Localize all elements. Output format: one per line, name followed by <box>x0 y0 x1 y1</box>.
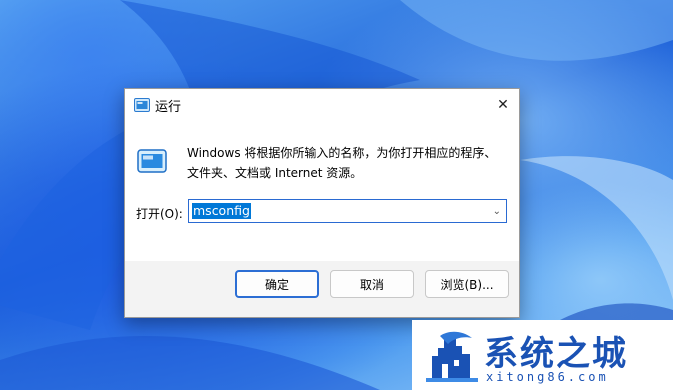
site-watermark: 系统之城 xitong86.com <box>412 320 673 390</box>
castle-icon <box>426 331 478 382</box>
description-line-1: Windows 将根据你所输入的名称，为你打开相应的程序、 <box>187 146 497 160</box>
browse-button[interactable]: 浏览(B)... <box>425 270 509 298</box>
dialog-description: Windows 将根据你所输入的名称，为你打开相应的程序、 文件夹、文档或 In… <box>187 143 507 183</box>
cancel-button[interactable]: 取消 <box>330 270 414 298</box>
run-icon <box>137 149 167 173</box>
button-bar: 确定 取消 浏览(B)... <box>125 261 519 317</box>
ok-button[interactable]: 确定 <box>235 270 319 298</box>
close-icon: ✕ <box>497 97 509 113</box>
chevron-down-icon[interactable]: ⌄ <box>493 206 501 217</box>
run-dialog: 运行 ✕ Windows 将根据你所输入的名称，为你打开相应的程序、 文件夹、文… <box>124 88 520 318</box>
close-button[interactable]: ✕ <box>487 89 519 121</box>
title-bar[interactable]: 运行 ✕ <box>125 89 519 121</box>
dialog-title: 运行 <box>155 100 182 115</box>
watermark-title: 系统之城 <box>484 334 628 374</box>
open-combobox[interactable]: msconfig ⌄ <box>188 199 507 223</box>
dialog-body: Windows 将根据你所输入的名称，为你打开相应的程序、 文件夹、文档或 In… <box>125 121 519 261</box>
open-input-value[interactable]: msconfig <box>192 203 251 219</box>
description-line-2: 文件夹、文档或 Internet 资源。 <box>187 166 363 180</box>
watermark-url: xitong86.com <box>486 370 609 384</box>
run-icon <box>134 98 150 112</box>
open-label: 打开(O): <box>136 207 183 221</box>
